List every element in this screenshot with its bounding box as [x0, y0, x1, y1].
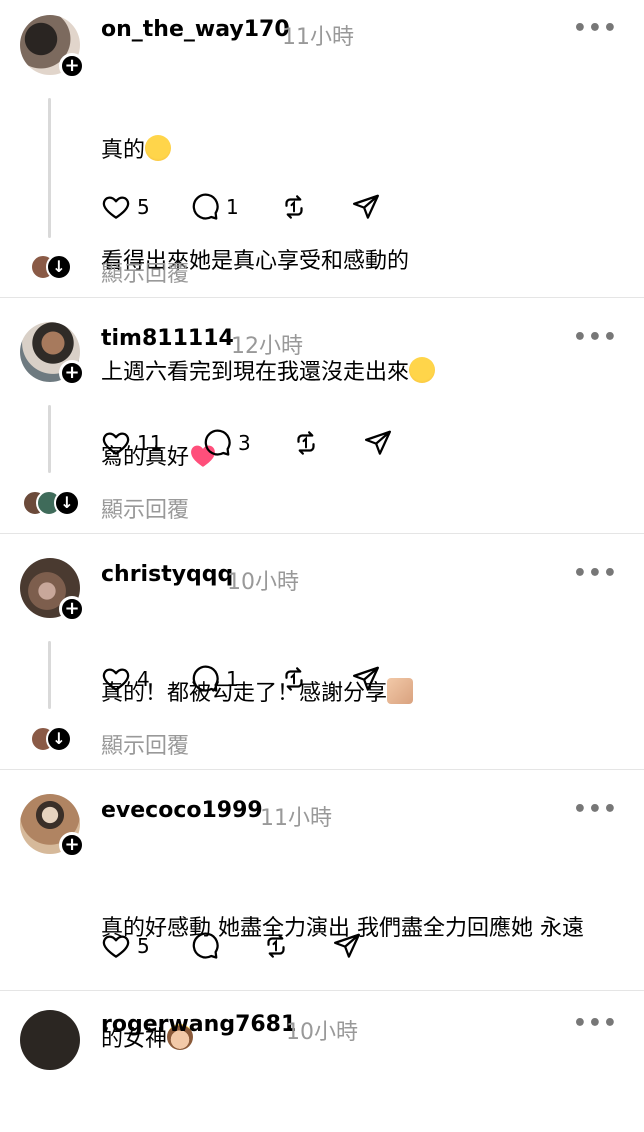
send-icon: [365, 430, 391, 455]
follow-plus-icon[interactable]: +: [59, 53, 85, 79]
avatar[interactable]: [20, 1010, 80, 1070]
arrow-down-icon: ↓: [46, 726, 72, 752]
speech-bubble-icon: [192, 665, 219, 692]
more-options-icon[interactable]: •••: [573, 16, 618, 41]
repost-icon: [285, 667, 303, 691]
repost-icon: [285, 195, 303, 219]
arrow-down-icon: ↓: [46, 254, 72, 280]
follow-plus-icon[interactable]: +: [59, 596, 85, 622]
more-options-icon[interactable]: •••: [573, 325, 618, 350]
share-button[interactable]: [363, 427, 393, 459]
follow-plus-icon[interactable]: +: [59, 832, 85, 858]
reply-avatars[interactable]: ↓: [30, 726, 90, 754]
divider: [0, 769, 644, 770]
send-icon: [353, 194, 379, 219]
divider: [0, 990, 644, 991]
follow-plus-icon[interactable]: +: [59, 360, 85, 386]
repost-button[interactable]: [261, 930, 291, 962]
repost-icon: [297, 431, 315, 455]
timestamp: 12小時: [231, 334, 303, 359]
reply-avatars[interactable]: ↓: [30, 254, 90, 282]
heart-outline-icon: [102, 935, 130, 958]
reply-avatars[interactable]: ↓: [22, 490, 90, 518]
speech-bubble-icon: [204, 429, 231, 456]
comment-count: 1: [226, 195, 239, 219]
repost-icon: [267, 934, 285, 958]
action-bar: 4 1: [101, 663, 401, 695]
speech-bubble-icon: [192, 932, 219, 959]
thread-line: [48, 405, 51, 473]
repost-button[interactable]: [279, 663, 309, 695]
like-count: 4: [137, 667, 150, 691]
share-button[interactable]: [351, 663, 381, 695]
like-count: 11: [137, 431, 163, 455]
send-icon: [353, 666, 379, 691]
action-bar: 11 3: [101, 427, 401, 459]
timestamp: 11小時: [260, 806, 332, 831]
pleading-face-emoji: [145, 135, 172, 161]
thread-line: [48, 98, 51, 238]
divider: [0, 297, 644, 298]
comment-button[interactable]: 3: [202, 427, 251, 459]
arrow-down-icon: ↓: [54, 490, 80, 516]
like-button[interactable]: 4: [101, 663, 150, 695]
like-button[interactable]: 5: [101, 930, 150, 962]
comment-button[interactable]: 1: [190, 663, 239, 695]
heart-outline-icon: [102, 432, 130, 455]
action-bar: 5: [101, 930, 401, 962]
username[interactable]: on_the_way170: [101, 17, 290, 42]
comment-count: 3: [238, 431, 251, 455]
send-icon: [334, 933, 360, 958]
post-text: 真的好感動 她盡全力演出 我們盡全力回應她 永遠 的女神: [101, 916, 584, 1052]
speech-bubble-icon: [192, 193, 219, 220]
like-count: 5: [137, 934, 150, 958]
action-bar: 5 1: [101, 191, 401, 223]
repost-button[interactable]: [279, 191, 309, 223]
timestamp: 11小時: [282, 25, 354, 50]
timestamp: 10小時: [286, 1020, 358, 1045]
timestamp: 10小時: [227, 570, 299, 595]
show-replies-link[interactable]: 顯示回覆: [101, 492, 189, 524]
like-button[interactable]: 11: [101, 427, 162, 459]
show-replies-link[interactable]: 顯示回覆: [101, 728, 189, 760]
comment-button[interactable]: 1: [190, 191, 239, 223]
heart-outline-icon: [102, 668, 130, 691]
username[interactable]: evecoco1999: [101, 798, 263, 823]
repost-button[interactable]: [291, 427, 321, 459]
share-button[interactable]: [351, 191, 381, 223]
comment-count: 1: [226, 667, 239, 691]
show-replies-link[interactable]: 顯示回覆: [101, 256, 189, 288]
share-button[interactable]: [332, 930, 362, 962]
username[interactable]: christyqqq: [101, 562, 233, 587]
thread-line: [48, 641, 51, 709]
comment-button[interactable]: [190, 930, 220, 962]
tears-of-joy-emoji: [409, 357, 436, 383]
username[interactable]: tim811114: [101, 326, 234, 351]
more-options-icon[interactable]: •••: [573, 797, 618, 822]
divider: [0, 533, 644, 534]
heart-outline-icon: [102, 196, 130, 219]
like-count: 5: [137, 195, 150, 219]
more-options-icon[interactable]: •••: [573, 561, 618, 586]
like-button[interactable]: 5: [101, 191, 150, 223]
username[interactable]: rogerwang7681: [101, 1012, 296, 1037]
